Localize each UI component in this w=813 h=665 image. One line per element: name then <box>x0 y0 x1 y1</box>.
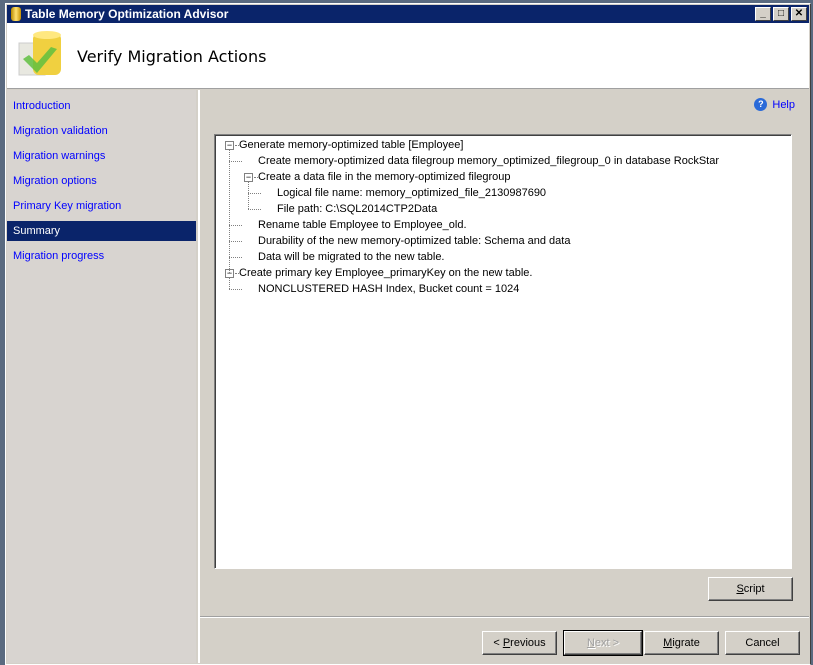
tree-node[interactable]: Create a data file in the memory-optimiz… <box>258 169 511 185</box>
tree-connector <box>229 225 242 226</box>
close-button[interactable]: ✕ <box>791 7 807 21</box>
collapse-toggle-icon[interactable]: − <box>225 141 234 150</box>
tree-connector <box>229 257 242 258</box>
sidebar-item-primary-key-migration[interactable]: Primary Key migration <box>7 194 196 219</box>
sidebar: Introduction Migration validation Migrat… <box>7 90 196 663</box>
title-bar: Table Memory Optimization Advisor _ □ ✕ <box>7 5 809 23</box>
collapse-toggle-icon[interactable]: − <box>244 173 253 182</box>
sidebar-item-summary[interactable]: Summary <box>7 221 196 241</box>
window-title: Table Memory Optimization Advisor <box>25 7 229 21</box>
page-title: Verify Migration Actions <box>77 47 267 66</box>
help-link[interactable]: ? Help <box>754 98 795 111</box>
tree-node[interactable]: Durability of the new memory-optimized t… <box>258 233 570 249</box>
next-button[interactable]: Next > <box>563 630 643 656</box>
migration-actions-tree[interactable]: − Generate memory-optimized table [Employ… <box>214 134 792 569</box>
minimize-button[interactable]: _ <box>755 7 771 21</box>
tree-node[interactable]: Create primary key Employee_primaryKey o… <box>239 265 532 281</box>
tree-node[interactable]: Create memory-optimized data filegroup m… <box>258 153 719 169</box>
tree-connector <box>229 150 230 273</box>
tree-connector <box>248 182 249 209</box>
sidebar-item-migration-options[interactable]: Migration options <box>7 169 196 194</box>
sidebar-item-migration-progress[interactable]: Migration progress <box>7 244 196 269</box>
previous-button[interactable]: < Previous <box>482 631 557 655</box>
advisor-window: Table Memory Optimization Advisor _ □ ✕ … <box>5 3 811 665</box>
tree-node[interactable]: Rename table Employee to Employee_old. <box>258 217 467 233</box>
maximize-button[interactable]: □ <box>773 7 789 21</box>
page-header: Verify Migration Actions <box>7 23 809 89</box>
cancel-button[interactable]: Cancel <box>725 631 800 655</box>
database-migrate-icon <box>18 31 61 76</box>
tree-connector <box>229 278 230 289</box>
tree-node[interactable]: NONCLUSTERED HASH Index, Bucket count = … <box>258 281 519 297</box>
help-label: Help <box>772 98 795 111</box>
divider <box>200 616 809 618</box>
sidebar-item-migration-validation[interactable]: Migration validation <box>7 119 196 144</box>
tree-connector <box>229 161 242 162</box>
tree-connector <box>229 289 242 290</box>
main-panel: ? Help − Generate memory-optimized table … <box>198 90 809 663</box>
sidebar-item-migration-warnings[interactable]: Migration warnings <box>7 144 196 169</box>
sidebar-item-introduction[interactable]: Introduction <box>7 94 196 119</box>
migrate-button[interactable]: Migrate <box>644 631 719 655</box>
tree-connector <box>248 193 261 194</box>
tree-node[interactable]: Logical file name: memory_optimized_file… <box>277 185 546 201</box>
app-icon <box>11 7 21 21</box>
tree-connector <box>229 241 242 242</box>
tree-connector <box>248 209 261 210</box>
script-button[interactable]: Script <box>708 577 793 601</box>
tree-node[interactable]: Generate memory-optimized table [Employe… <box>239 137 463 153</box>
tree-node[interactable]: File path: C:\SQL2014CTP2Data <box>277 201 437 217</box>
tree-node[interactable]: Data will be migrated to the new table. <box>258 249 445 265</box>
help-icon: ? <box>754 98 768 111</box>
